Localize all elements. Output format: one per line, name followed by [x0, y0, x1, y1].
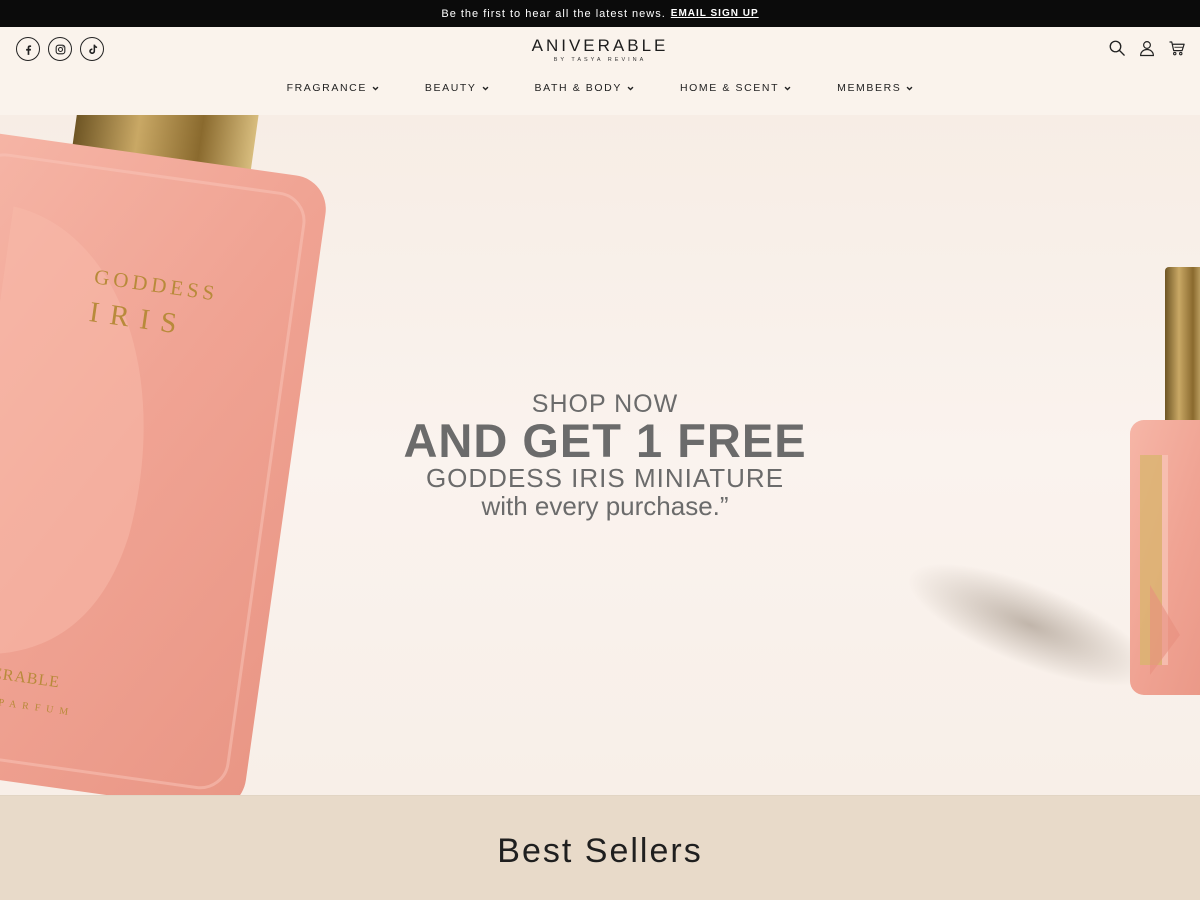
chevron-down-icon [372, 86, 379, 91]
announcement-bar: Be the first to hear all the latest news… [0, 0, 1200, 27]
site-logo[interactable]: ANIVERABLE BY TASYA REVINA [500, 36, 700, 63]
nav-members[interactable]: MEMBERS [837, 82, 913, 94]
main-nav: FRAGRANCE BEAUTY BATH & BODY HOME & SCEN… [0, 82, 1200, 94]
best-sellers-section: Best Sellers [0, 795, 1200, 900]
hero-line-4: with every purchase.” [481, 491, 729, 521]
tiktok-icon[interactable] [80, 37, 104, 61]
cart-icon[interactable] [1168, 38, 1186, 58]
hero-banner[interactable]: GODDESS IRIS ANIVERABLE T DE PARFUM SHOP… [0, 115, 1200, 795]
search-icon[interactable] [1108, 38, 1126, 58]
facebook-icon[interactable] [16, 37, 40, 61]
logo-subtitle: BY TASYA REVINA [553, 57, 647, 63]
header-utilities [1108, 38, 1186, 58]
announcement-text: Be the first to hear all the latest news… [441, 7, 666, 20]
logo-brand: ANIVERABLE [531, 36, 669, 55]
nav-home-scent[interactable]: HOME & SCENT [680, 82, 791, 94]
site-header: ANIVERABLE BY TASYA REVINA FRAGRANCE BEA… [0, 27, 1200, 115]
nav-label: BEAUTY [424, 82, 477, 94]
hero-line-3: GODDESS IRIS MINIATURE [425, 463, 785, 493]
hero-promo-text: SHOP NOW AND GET 1 FREE GODDESS IRIS MIN… [380, 390, 830, 520]
nav-fragrance[interactable]: FRAGRANCE [287, 82, 379, 94]
social-links [16, 37, 104, 61]
chevron-down-icon [906, 86, 913, 91]
nav-beauty[interactable]: BEAUTY [425, 82, 489, 94]
hero-line-2: AND GET 1 FREE [403, 414, 807, 467]
nav-bath-body[interactable]: BATH & BODY [535, 82, 634, 94]
nav-label: HOME & SCENT [679, 82, 780, 94]
nav-label: MEMBERS [837, 82, 902, 94]
chevron-down-icon [784, 86, 791, 91]
account-icon[interactable] [1138, 38, 1156, 58]
chevron-down-icon [627, 86, 634, 91]
nav-label: BATH & BODY [534, 82, 622, 94]
instagram-icon[interactable] [48, 37, 72, 61]
best-sellers-heading: Best Sellers [497, 832, 703, 870]
chevron-down-icon [482, 86, 488, 91]
nav-label: FRAGRANCE [286, 82, 367, 94]
email-signup-link[interactable]: EMAIL SIGN UP [671, 8, 759, 19]
